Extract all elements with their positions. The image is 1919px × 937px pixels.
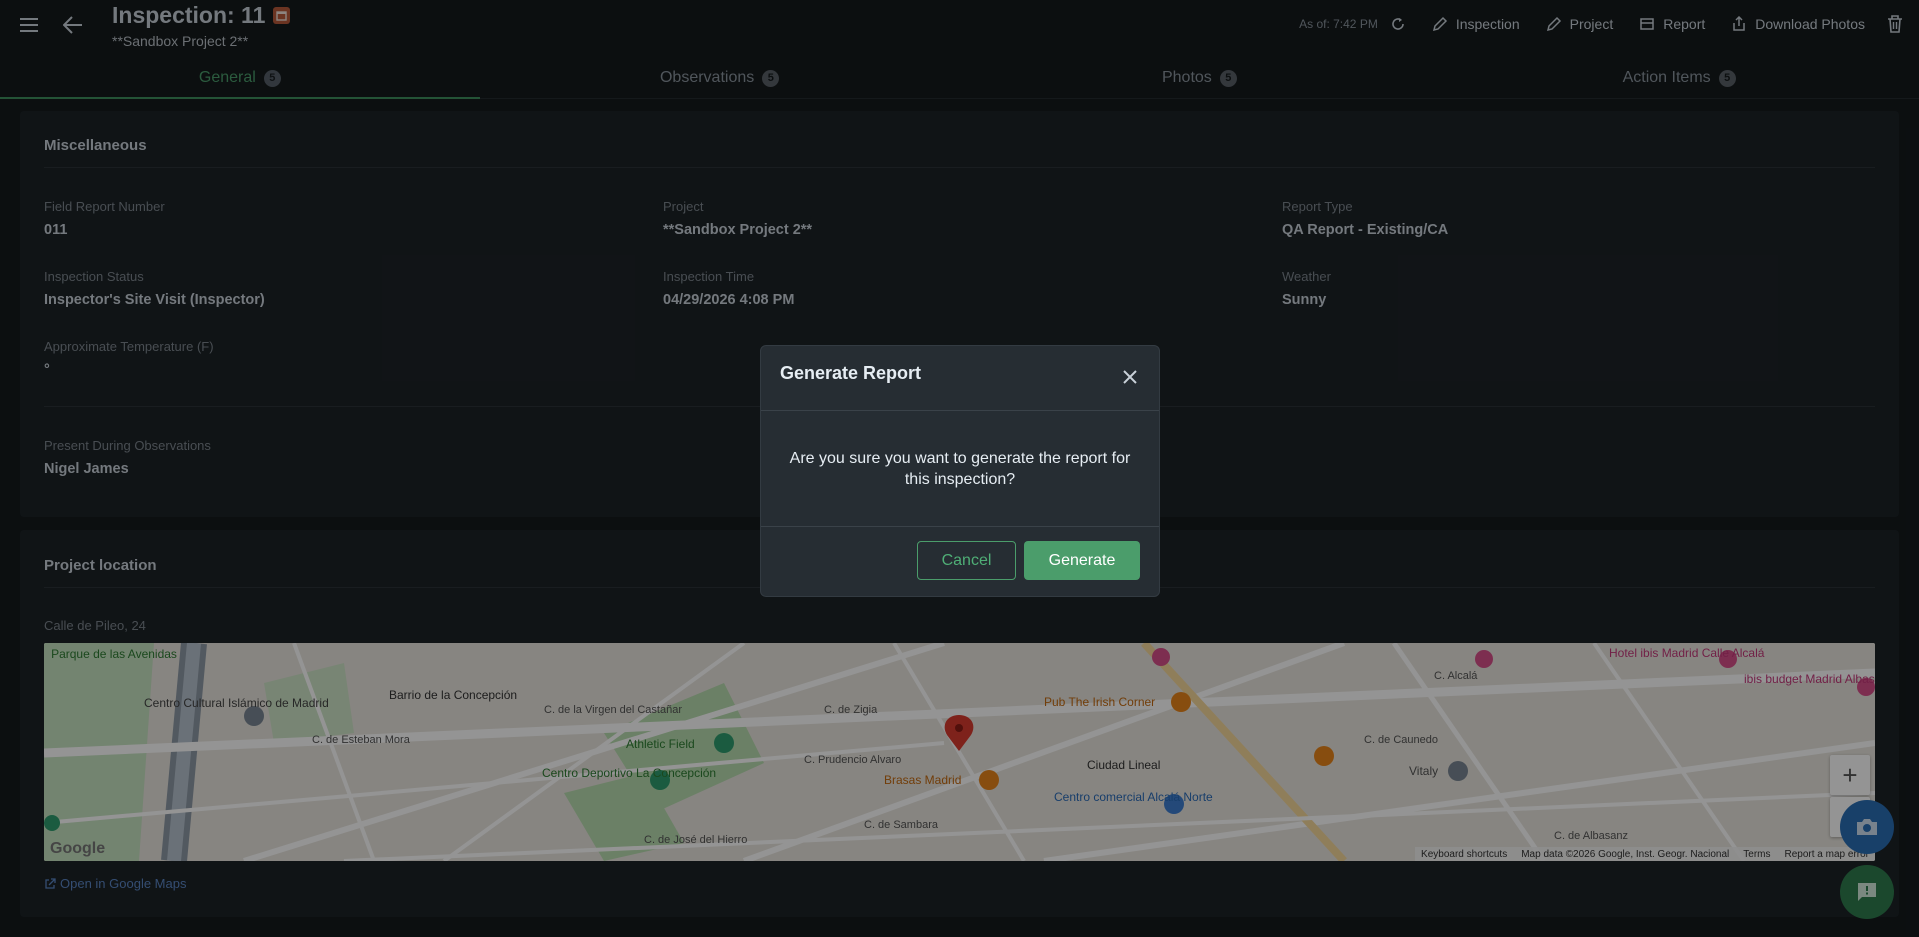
dialog-title: Generate Report [780,363,922,383]
cancel-button[interactable]: Cancel [917,541,1016,580]
dialog-body: Are you sure you want to generate the re… [761,411,1159,527]
dialog-header: Generate Report [761,346,1159,411]
close-icon[interactable] [1121,368,1139,386]
generate-report-dialog: Generate Report Are you sure you want to… [760,345,1160,597]
dialog-footer: Cancel Generate [761,527,1159,599]
generate-button[interactable]: Generate [1024,541,1140,580]
